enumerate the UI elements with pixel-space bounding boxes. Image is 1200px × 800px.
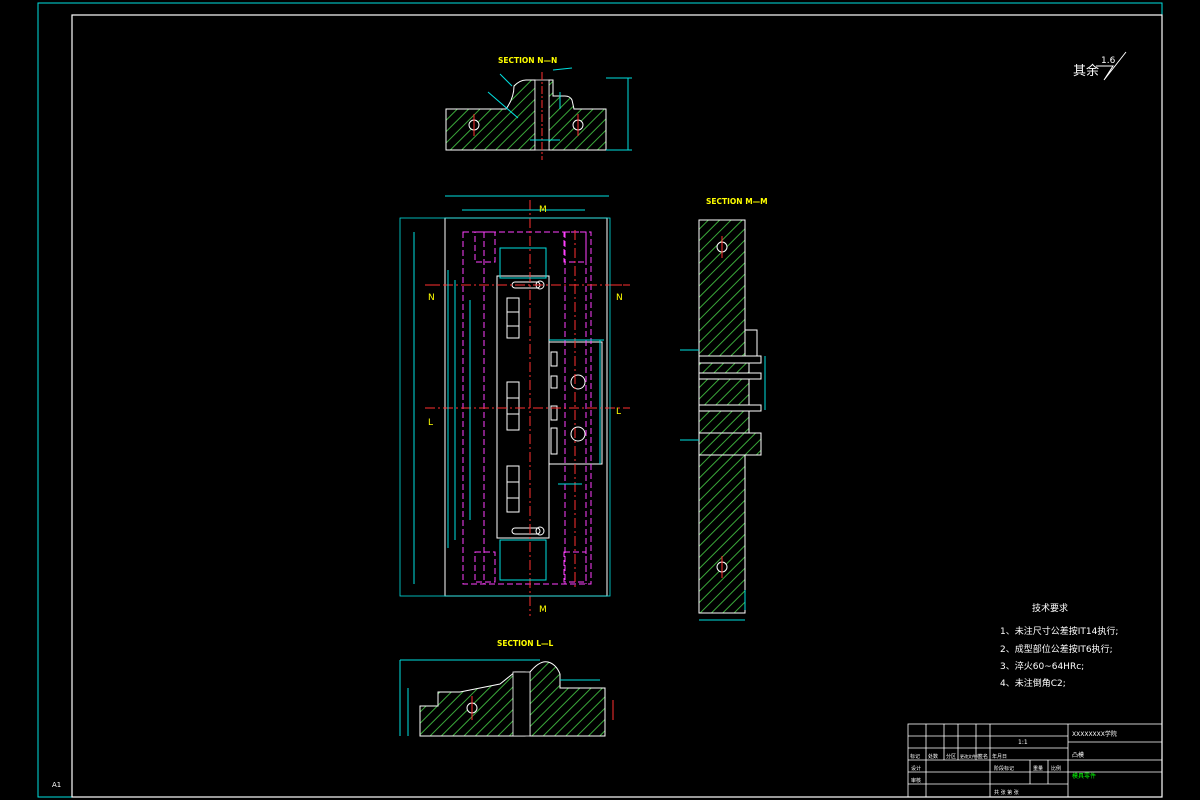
tech-requirements: 技术要求 1、未注尺寸公差按IT14执行; 2、成型部位公差按IT6执行; 3、… (1000, 602, 1118, 689)
row-label-zone: 分区 (946, 753, 956, 760)
row-label-change: 更改文件号 (960, 753, 980, 759)
roughness-value: 1.6 (1101, 56, 1116, 66)
cut-marker-n-left: N (428, 293, 435, 303)
label-weight: 重量 (1033, 765, 1043, 772)
cut-marker-l-right: L (616, 407, 621, 417)
section-mm-view: SECTION M—M (680, 197, 768, 621)
title-block (907, 723, 1163, 798)
cad-drawing-sheet: A1 其余 1.6 SECTION N—N M M N N L L SECTIO… (37, 2, 1163, 798)
title-part-name: 凸模 (1072, 751, 1084, 759)
label-ratio: 比例 (1051, 765, 1061, 772)
section-nn-body (445, 79, 536, 151)
label-design: 设计 (911, 765, 921, 772)
tech-heading: 技术要求 (1032, 602, 1068, 614)
cut-marker-m-bottom: M (539, 605, 547, 615)
title-company: XXXXXXXX学院 (1072, 730, 1117, 738)
roughness-prefix: 其余 (1073, 63, 1099, 79)
section-ll-view: SECTION L—L (399, 639, 614, 737)
section-ll-title: SECTION L—L (497, 639, 553, 648)
sheet-size-label: A1 (52, 781, 61, 789)
tech-item-3: 3、淬火60~64HRc; (1000, 660, 1084, 672)
row-label-mark: 标记 (910, 753, 920, 760)
inner-border (71, 14, 1163, 798)
label-stage: 阶段标记 (994, 765, 1014, 772)
cut-marker-m-top: M (539, 205, 547, 215)
section-nn-title: SECTION N—N (498, 56, 557, 65)
tech-item-1: 1、未注尺寸公差按IT14执行; (1000, 625, 1118, 637)
tech-item-2: 2、成型部位公差按IT6执行; (1000, 643, 1113, 655)
main-plate (444, 217, 608, 597)
title-drawing-no: 模具零件 (1072, 772, 1096, 780)
label-sheets: 共 张 第 张 (994, 789, 1019, 796)
row-label-sign: 签名 (978, 753, 988, 760)
section-nn-view: SECTION N—N (445, 56, 632, 160)
label-check: 审核 (911, 777, 921, 784)
row-label-count: 处数 (928, 753, 938, 760)
cut-marker-n-right: N (616, 293, 623, 303)
section-mm-title: SECTION M—M (706, 197, 768, 206)
row-label-date: 年月日 (992, 753, 1007, 760)
cut-marker-l-left: L (428, 418, 433, 428)
title-scale: 1:1 (1018, 739, 1028, 746)
tech-item-4: 4、未注倒角C2; (1000, 677, 1066, 689)
roughness-symbol: 其余 1.6 (1073, 51, 1127, 81)
main-view: M M N N L L (399, 195, 630, 616)
